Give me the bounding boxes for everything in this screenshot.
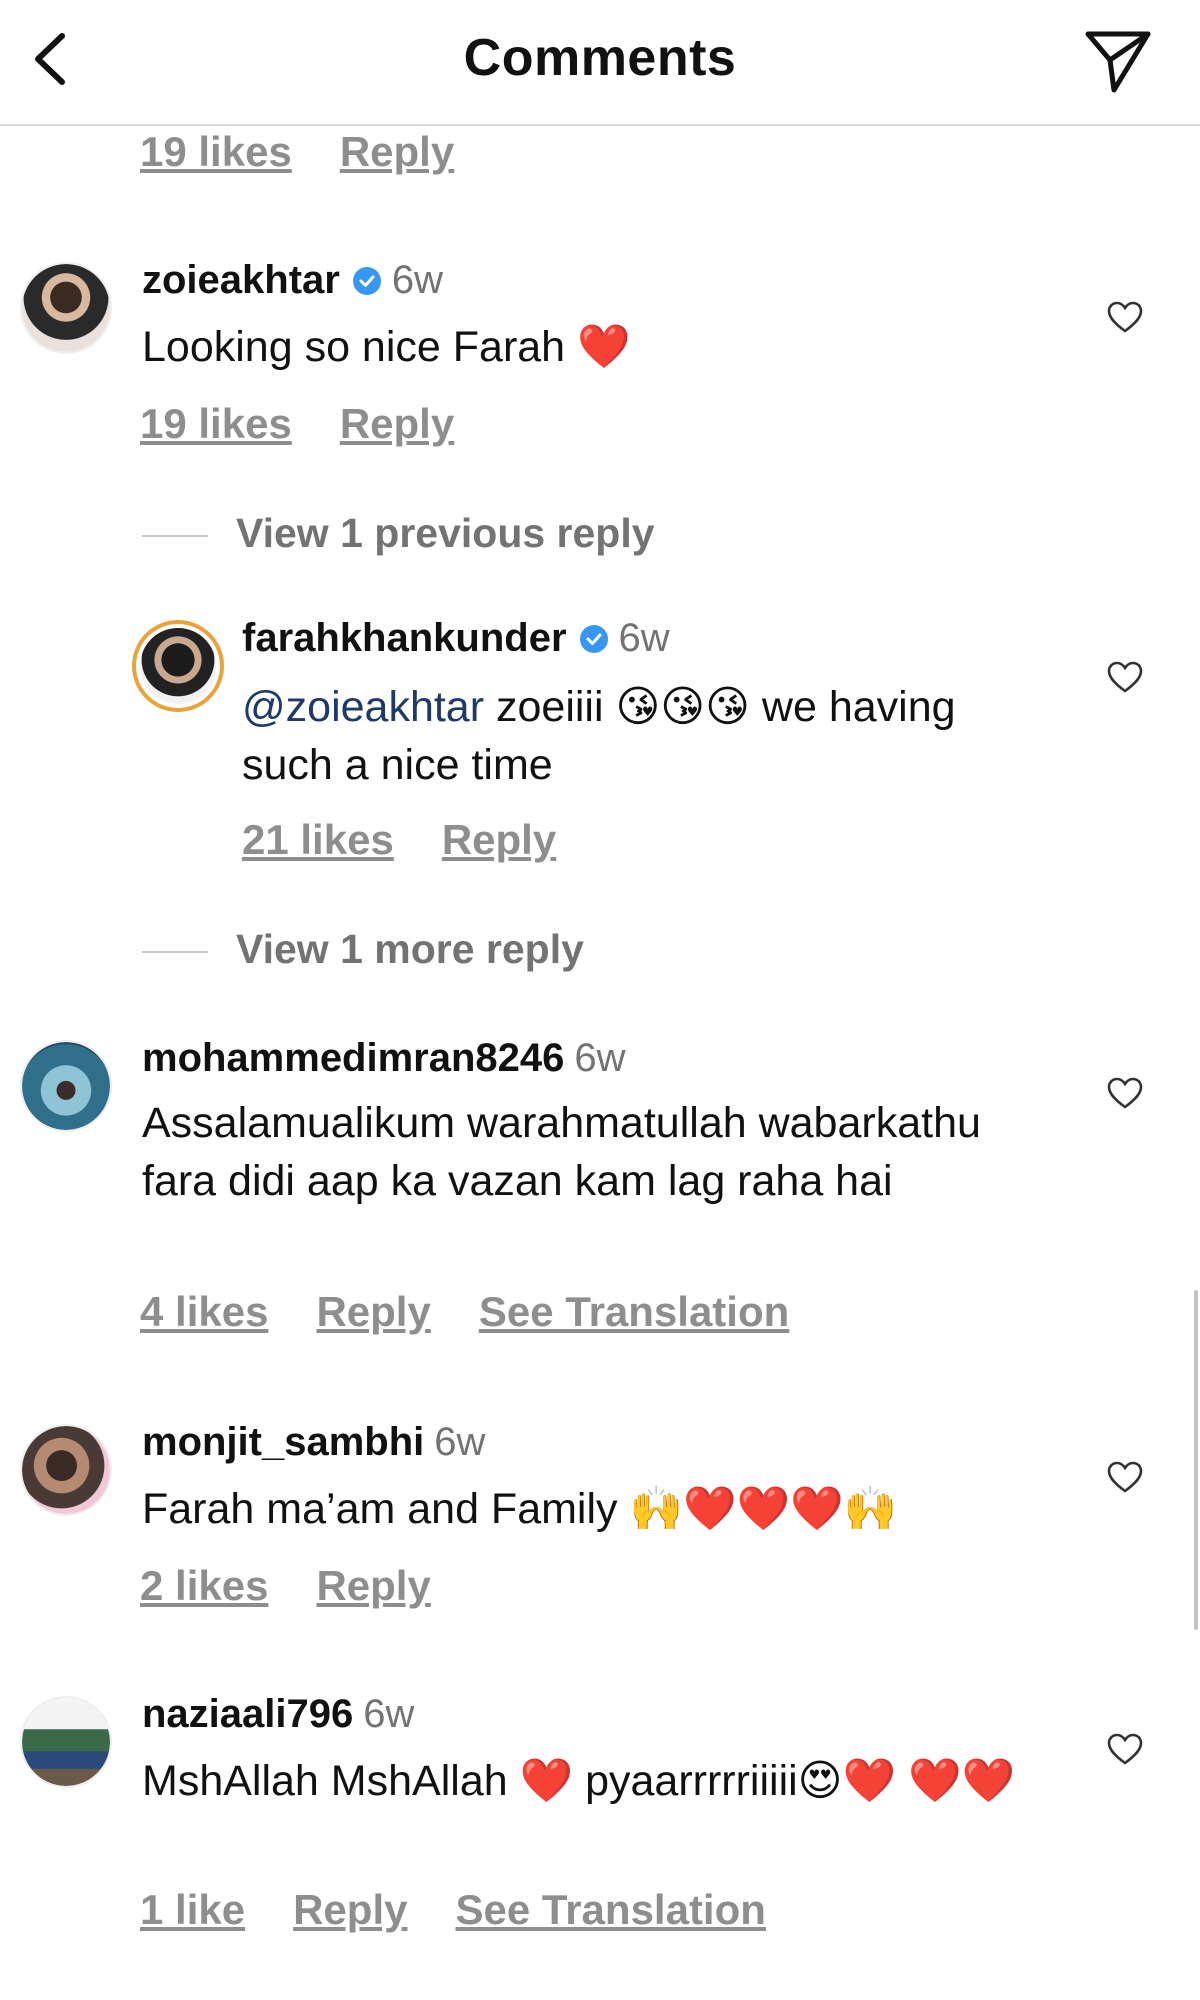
likes-link[interactable]: 2 likes: [140, 1562, 268, 1609]
comment-text: Looking so nice Farah ❤️: [142, 323, 631, 371]
comment-time: 6w: [434, 1420, 486, 1464]
like-heart-icon[interactable]: [1106, 1460, 1144, 1494]
comment-username[interactable]: mohammedimran8246 6w: [142, 1036, 626, 1081]
avatar[interactable]: [20, 262, 112, 354]
like-heart-icon[interactable]: [1106, 1732, 1144, 1766]
reply-link[interactable]: Reply: [340, 400, 454, 447]
comment-username[interactable]: monjit_sambhi 6w: [142, 1420, 485, 1465]
comment-time: 6w: [574, 1036, 626, 1080]
comment-meta: 21 likes Reply: [242, 816, 604, 864]
like-heart-icon[interactable]: [1106, 300, 1144, 334]
view-previous-replies[interactable]: View 1 previous reply: [142, 510, 655, 557]
like-heart-icon[interactable]: [1106, 1076, 1144, 1110]
verified-badge-icon: [352, 267, 381, 295]
see-translation-link[interactable]: See Translation: [455, 1886, 765, 1933]
avatar[interactable]: [132, 620, 224, 712]
verified-badge-icon: [579, 625, 608, 653]
avatar[interactable]: [20, 1696, 112, 1788]
comment-username[interactable]: naziaali796 6w: [142, 1692, 414, 1737]
comment-meta: 19 likes Reply: [140, 400, 502, 448]
reply-link[interactable]: Reply: [293, 1886, 407, 1933]
see-translation-link[interactable]: See Translation: [479, 1288, 789, 1335]
reply-link[interactable]: Reply: [340, 128, 454, 175]
comment-time: 6w: [618, 616, 670, 660]
comment-text: Assalamualikum warahmatullah wabarkathu …: [142, 1099, 981, 1205]
comment-time: 6w: [363, 1692, 415, 1736]
header-bar: Comments: [0, 0, 1200, 126]
divider-line: [142, 535, 208, 538]
reply-link[interactable]: Reply: [316, 1562, 430, 1609]
likes-link[interactable]: 19 likes: [140, 400, 292, 447]
comment-text: MshAllah MshAllah ❤️ pyaarrrrriiiii😍❤️ ❤…: [142, 1757, 1016, 1805]
comment-meta: 1 like Reply See Translation: [140, 1886, 814, 1934]
likes-link[interactable]: 4 likes: [140, 1288, 268, 1335]
like-heart-icon[interactable]: [1106, 660, 1144, 694]
comment-username[interactable]: zoieakhtar 6w: [142, 258, 443, 303]
scrollbar[interactable]: [1194, 1290, 1198, 1630]
comment-meta: 4 likes Reply See Translation: [140, 1288, 837, 1336]
reply-link[interactable]: Reply: [316, 1288, 430, 1335]
comment-text: @zoieakhtar zoeiiii 😘😘😘 we having such a…: [242, 683, 956, 789]
comment-text: Farah ma’am and Family 🙌❤️❤️❤️🙌: [142, 1485, 898, 1533]
likes-link[interactable]: 1 like: [140, 1886, 245, 1933]
avatar[interactable]: [20, 1040, 112, 1132]
comment-meta: 2 likes Reply: [140, 1562, 479, 1610]
reply-link[interactable]: Reply: [442, 816, 556, 863]
comment-meta: 19 likes Reply: [140, 128, 502, 176]
divider-line: [142, 951, 208, 954]
comment-time: 6w: [391, 258, 443, 302]
avatar[interactable]: [20, 1424, 112, 1516]
comment-username[interactable]: farahkhankunder 6w: [242, 616, 670, 661]
likes-link[interactable]: 21 likes: [242, 816, 394, 863]
mention-link[interactable]: @zoieakhtar: [242, 683, 484, 731]
likes-link[interactable]: 19 likes: [140, 128, 292, 175]
paper-plane-icon[interactable]: [1080, 24, 1156, 100]
page-title: Comments: [463, 29, 737, 87]
view-more-replies[interactable]: View 1 more reply: [142, 926, 584, 973]
